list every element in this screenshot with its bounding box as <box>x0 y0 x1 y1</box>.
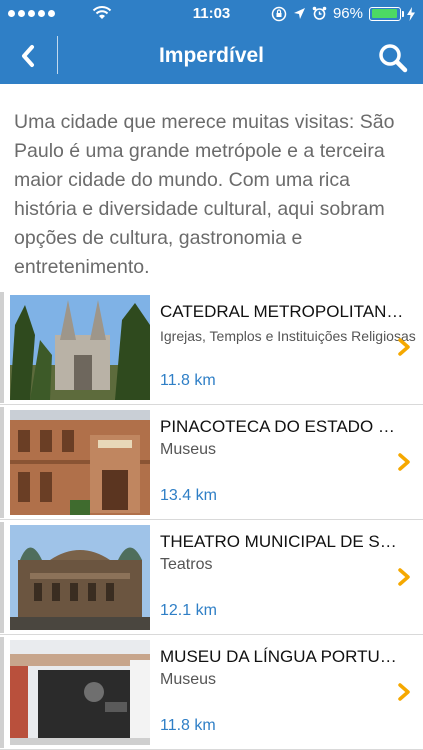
search-button[interactable] <box>373 38 413 78</box>
list-item[interactable]: CATEDRAL METROPOLITANA DA SÉ Igrejas, Te… <box>0 290 423 405</box>
place-thumbnail <box>10 525 150 630</box>
place-category: Museus <box>160 441 217 458</box>
place-category: Igrejas, Templos e Instituições Religios… <box>160 328 416 344</box>
place-distance: 11.8 km <box>160 717 216 734</box>
place-category: Teatros <box>160 556 213 573</box>
places-list: CATEDRAL METROPOLITANA DA SÉ Igrejas, Te… <box>0 290 423 750</box>
place-title: THEATRO MUNICIPAL DE SÃO PAULO <box>160 532 406 551</box>
alarm-icon <box>312 6 327 20</box>
status-bar: 11:03 96% <box>0 0 423 28</box>
rotation-lock-icon <box>271 6 287 21</box>
chevron-right-icon <box>398 338 410 356</box>
place-title: MUSEU DA LÍNGUA PORTUGUESA <box>160 647 406 666</box>
place-thumbnail <box>10 295 150 400</box>
place-category: Museus <box>160 671 217 688</box>
intro-text: Uma cidade que merece muitas visitas: Sã… <box>14 111 395 278</box>
list-item[interactable]: THEATRO MUNICIPAL DE SÃO PAULO Teatros 1… <box>0 520 423 635</box>
place-thumbnail <box>10 640 150 745</box>
battery-icon <box>369 6 404 21</box>
chevron-left-icon <box>22 45 34 67</box>
list-item[interactable]: MUSEU DA LÍNGUA PORTUGUESA Museus 11.8 k… <box>0 635 423 750</box>
charging-bolt-icon <box>407 6 415 21</box>
place-thumbnail <box>10 410 150 515</box>
page-title: Imperdível <box>158 44 265 67</box>
chevron-right-icon <box>398 683 410 701</box>
place-title: CATEDRAL METROPOLITANA DA SÉ <box>160 302 406 321</box>
list-item[interactable]: PINACOTECA DO ESTADO DE SÃO PAULO Museus… <box>0 405 423 520</box>
back-button[interactable] <box>10 36 46 76</box>
chevron-right-icon <box>398 568 410 586</box>
nav-divider <box>57 36 58 74</box>
place-distance: 13.4 km <box>160 487 217 504</box>
search-icon <box>379 44 408 73</box>
location-arrow-icon <box>293 8 305 19</box>
place-distance: 11.8 km <box>160 372 216 389</box>
chevron-right-icon <box>398 453 410 471</box>
battery-percent: 96% <box>332 5 363 22</box>
place-title: PINACOTECA DO ESTADO DE SÃO PAULO <box>160 417 406 436</box>
place-distance: 12.1 km <box>160 602 217 619</box>
top-bar: 11:03 96% Imperdível <box>0 0 423 84</box>
